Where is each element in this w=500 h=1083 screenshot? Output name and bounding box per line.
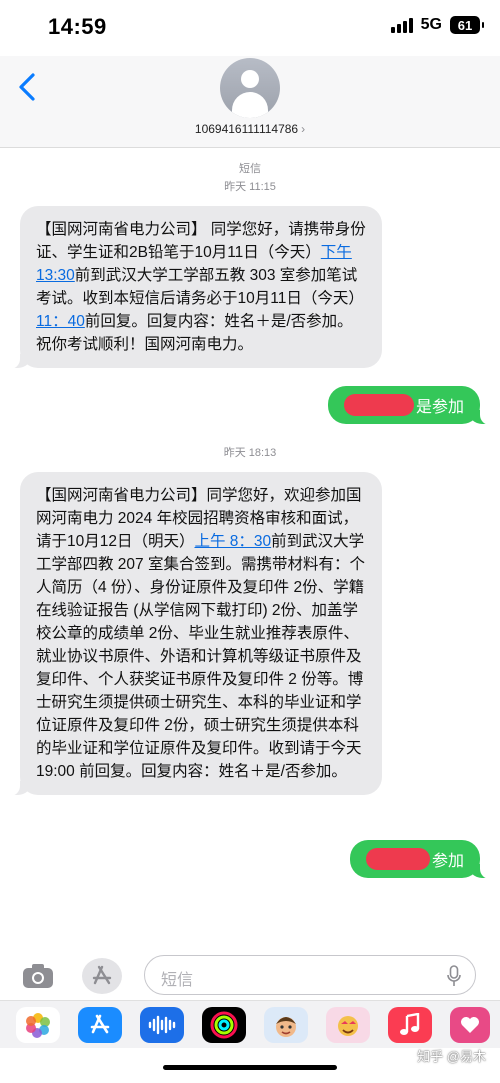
time-link[interactable]: 11：40 — [36, 313, 85, 330]
watermark: 知乎 @易木 — [417, 1049, 486, 1064]
memoji-icon[interactable] — [264, 1007, 308, 1043]
audio-message-icon[interactable] — [140, 1007, 184, 1043]
redacted-name — [343, 394, 414, 416]
music-icon[interactable] — [388, 1007, 432, 1043]
service-label: 短信 — [239, 163, 261, 175]
message-input[interactable]: 短信 — [144, 955, 476, 995]
timestamp: 昨天 11:15 — [224, 181, 276, 193]
chevron-right-icon: › — [301, 122, 306, 136]
app-drawer-button[interactable] — [82, 958, 122, 994]
fitness-icon[interactable] — [202, 1007, 246, 1043]
battery-icon: 61 — [450, 16, 484, 34]
status-time: 14:59 — [48, 14, 107, 39]
imessage-app-strip — [0, 1000, 500, 1048]
microphone-icon[interactable] — [447, 965, 461, 987]
app-store-icon — [92, 965, 112, 985]
camera-icon[interactable] — [20, 958, 56, 994]
received-message[interactable]: 【国网河南省电力公司】 同学您好，请携带身份证、学生证和2B铅笔于10月11日（… — [10, 206, 382, 369]
conversation-header: 1069416111114786 › — [0, 56, 500, 148]
network-label: 5G — [420, 16, 442, 33]
contact-number: 1069416111114786 — [194, 122, 299, 136]
status-indicators: 5G 61 — [390, 16, 484, 34]
redacted-name — [365, 848, 430, 870]
memoji-stickers-icon[interactable] — [326, 1007, 370, 1043]
received-message[interactable]: 【国网河南省电力公司】同学您好，欢迎参加国网河南电力 2024 年校园招聘资格审… — [10, 472, 382, 796]
sent-message[interactable]: 参加 — [349, 840, 491, 879]
signal-icon — [390, 17, 413, 33]
sent-message[interactable]: 是参加 — [327, 386, 491, 425]
more-apps-icon[interactable] — [450, 1007, 490, 1043]
app-store-icon[interactable] — [78, 1007, 122, 1043]
back-chevron-icon[interactable] — [16, 72, 40, 102]
timestamp: 昨天 18:13 — [223, 447, 277, 459]
photos-icon[interactable] — [16, 1007, 60, 1043]
input-placeholder: 短信 — [161, 972, 194, 989]
status-bar: 14:59 5G 61 — [0, 0, 500, 56]
contact-avatar[interactable] — [220, 58, 280, 118]
time-link[interactable]: 上午 8：30 — [194, 533, 271, 550]
home-indicator[interactable] — [163, 1065, 337, 1070]
contact-name-row[interactable]: 1069416111114786 › — [0, 122, 500, 136]
